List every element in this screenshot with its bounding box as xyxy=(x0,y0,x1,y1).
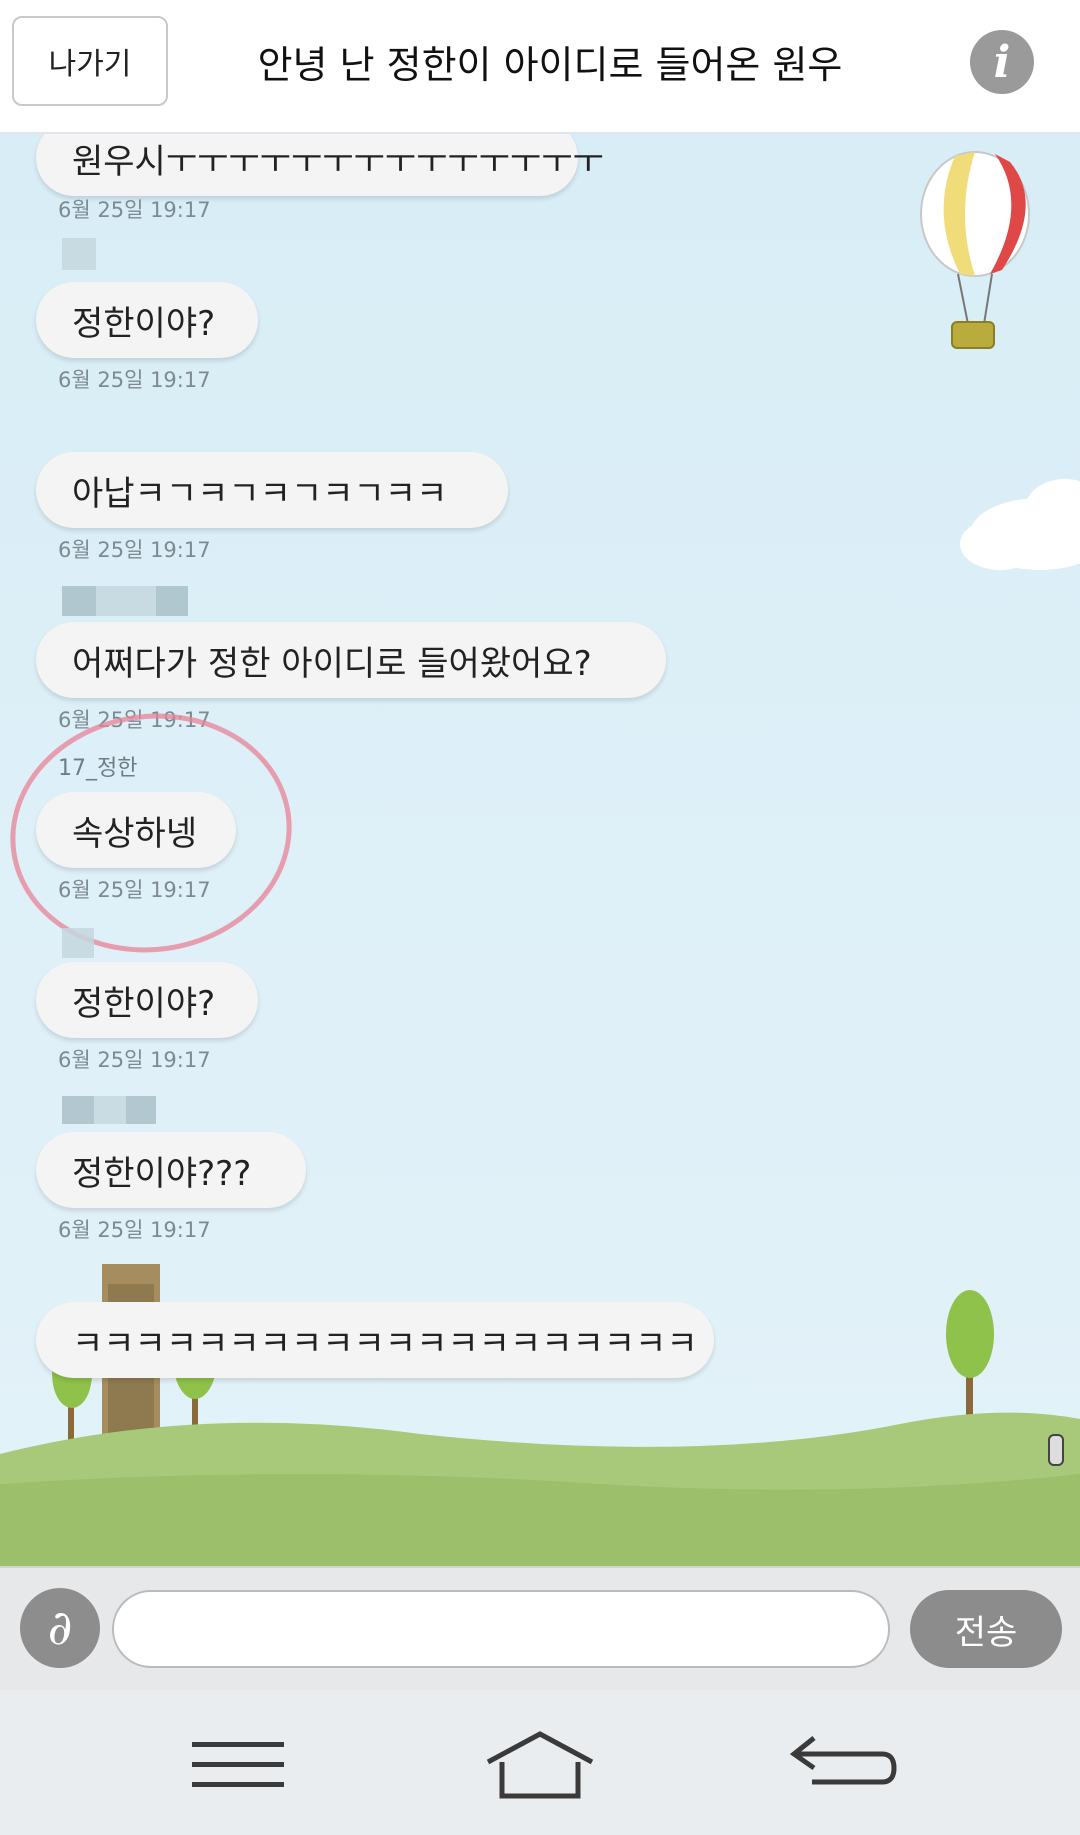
message-bubble: 정한이야??? xyxy=(36,1132,306,1208)
hot-air-balloon-icon xyxy=(920,151,1030,349)
message-bubble: 원우시ㅜㅜㅜㅜㅜㅜㅜㅜㅜㅜㅜㅜㅜㅜ xyxy=(36,134,604,196)
message-bubble: ㅋㅋㅋㅋㅋㅋㅋㅋㅋㅋㅋㅋㅋㅋㅋㅋㅋㅋㅋㅋ xyxy=(36,1302,714,1378)
message-bubble: 아납ㅋㄱㅋㄱㅋㄱㅋㄱㅋㅋ xyxy=(36,452,508,528)
message-timestamp: 6월 25일 19:17 xyxy=(58,368,211,392)
cloud-icon xyxy=(960,479,1080,570)
blurred-avatar xyxy=(62,928,94,958)
blurred-avatar xyxy=(62,1096,94,1124)
ear-icon[interactable]: ∂ xyxy=(20,1588,100,1668)
exit-button[interactable]: 나가기 xyxy=(12,16,168,106)
back-icon[interactable] xyxy=(782,1720,902,1810)
menu-icon[interactable] xyxy=(178,1720,298,1810)
home-icon[interactable] xyxy=(480,1720,600,1810)
message-timestamp: 6월 25일 19:17 xyxy=(58,1048,211,1072)
send-button[interactable]: 전송 xyxy=(910,1590,1062,1668)
chat-header: 나가기 안녕 난 정한이 아이디로 들어온 원우 i xyxy=(0,0,1080,134)
blurred-sender-name xyxy=(126,1096,156,1124)
message-input[interactable] xyxy=(112,1590,890,1668)
message-input-bar: ∂ 전송 xyxy=(0,1566,1080,1690)
message-bubble: 어쩌다가 정한 아이디로 들어왔어요? xyxy=(36,622,666,698)
message-bubble: 정한이야? xyxy=(36,282,258,358)
scroll-handle[interactable] xyxy=(1048,1434,1064,1466)
blurred-avatar xyxy=(62,586,96,616)
chat-area[interactable]: 원우시ㅜㅜㅜㅜㅜㅜㅜㅜㅜㅜㅜㅜㅜㅜ 6월 25일 19:17 정한이야? 6월 … xyxy=(0,134,1080,1566)
blurred-sender-name xyxy=(96,586,156,616)
message-bubble: 정한이야? xyxy=(36,962,258,1038)
blurred-avatar xyxy=(62,238,96,270)
message-timestamp: 6월 25일 19:17 xyxy=(58,1218,211,1242)
blurred-sender-name xyxy=(94,1096,126,1124)
chat-title: 안녕 난 정한이 아이디로 들어온 원우 xyxy=(257,42,843,87)
message-timestamp: 6월 25일 19:17 xyxy=(58,198,211,222)
info-icon[interactable]: i xyxy=(970,30,1034,94)
system-navigation-bar xyxy=(0,1690,1080,1835)
blurred-sender-name xyxy=(156,586,188,616)
message-timestamp: 6월 25일 19:17 xyxy=(58,538,211,562)
